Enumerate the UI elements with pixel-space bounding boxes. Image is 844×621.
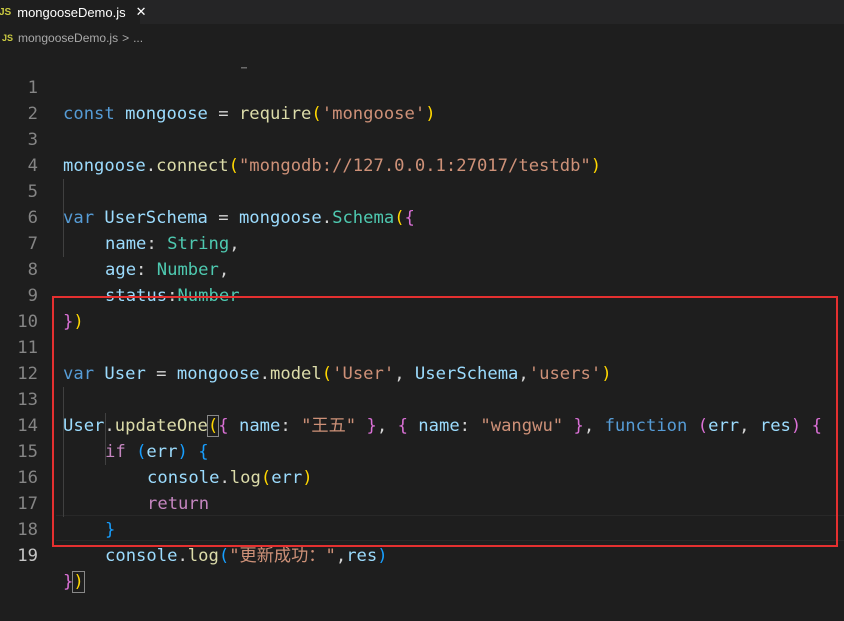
chevron-right-icon: > xyxy=(122,31,130,45)
code-line: 8 status:Number xyxy=(0,231,844,306)
code-line: 1 const mongoose = require('mongoose') xyxy=(0,49,844,124)
editor-tab-mongoosedemo[interactable]: JS mongooseDemo.js ✕ xyxy=(0,0,147,24)
code-line: 4 xyxy=(0,127,844,176)
code-text: }) xyxy=(63,571,85,593)
close-icon[interactable]: ✕ xyxy=(136,4,147,20)
code-line: 9 }) xyxy=(0,257,844,332)
line-number: 19 xyxy=(17,546,38,566)
code-line: 7 age: Number, xyxy=(0,205,844,280)
tab-bar: JS mongooseDemo.js ✕ xyxy=(0,0,844,24)
code-line: 6 name: String, xyxy=(0,179,844,254)
annotation-highlight-box xyxy=(52,296,838,547)
javascript-file-icon: JS xyxy=(0,6,12,18)
suggestion-dots: ⋯ xyxy=(241,63,249,74)
code-line: 2 xyxy=(0,75,844,124)
breadcrumb-ellipsis[interactable]: ... xyxy=(133,31,143,45)
javascript-file-icon: JS xyxy=(2,33,14,43)
code-line: 3 mongoose.connect("mongodb://127.0.0.1:… xyxy=(0,101,844,176)
breadcrumb: JS mongooseDemo.js > ... xyxy=(0,27,844,49)
code-line: 5 var UserSchema = mongoose.Schema({ xyxy=(0,153,844,228)
tab-label: mongooseDemo.js xyxy=(17,4,126,20)
breadcrumb-file[interactable]: mongooseDemo.js xyxy=(18,31,118,45)
